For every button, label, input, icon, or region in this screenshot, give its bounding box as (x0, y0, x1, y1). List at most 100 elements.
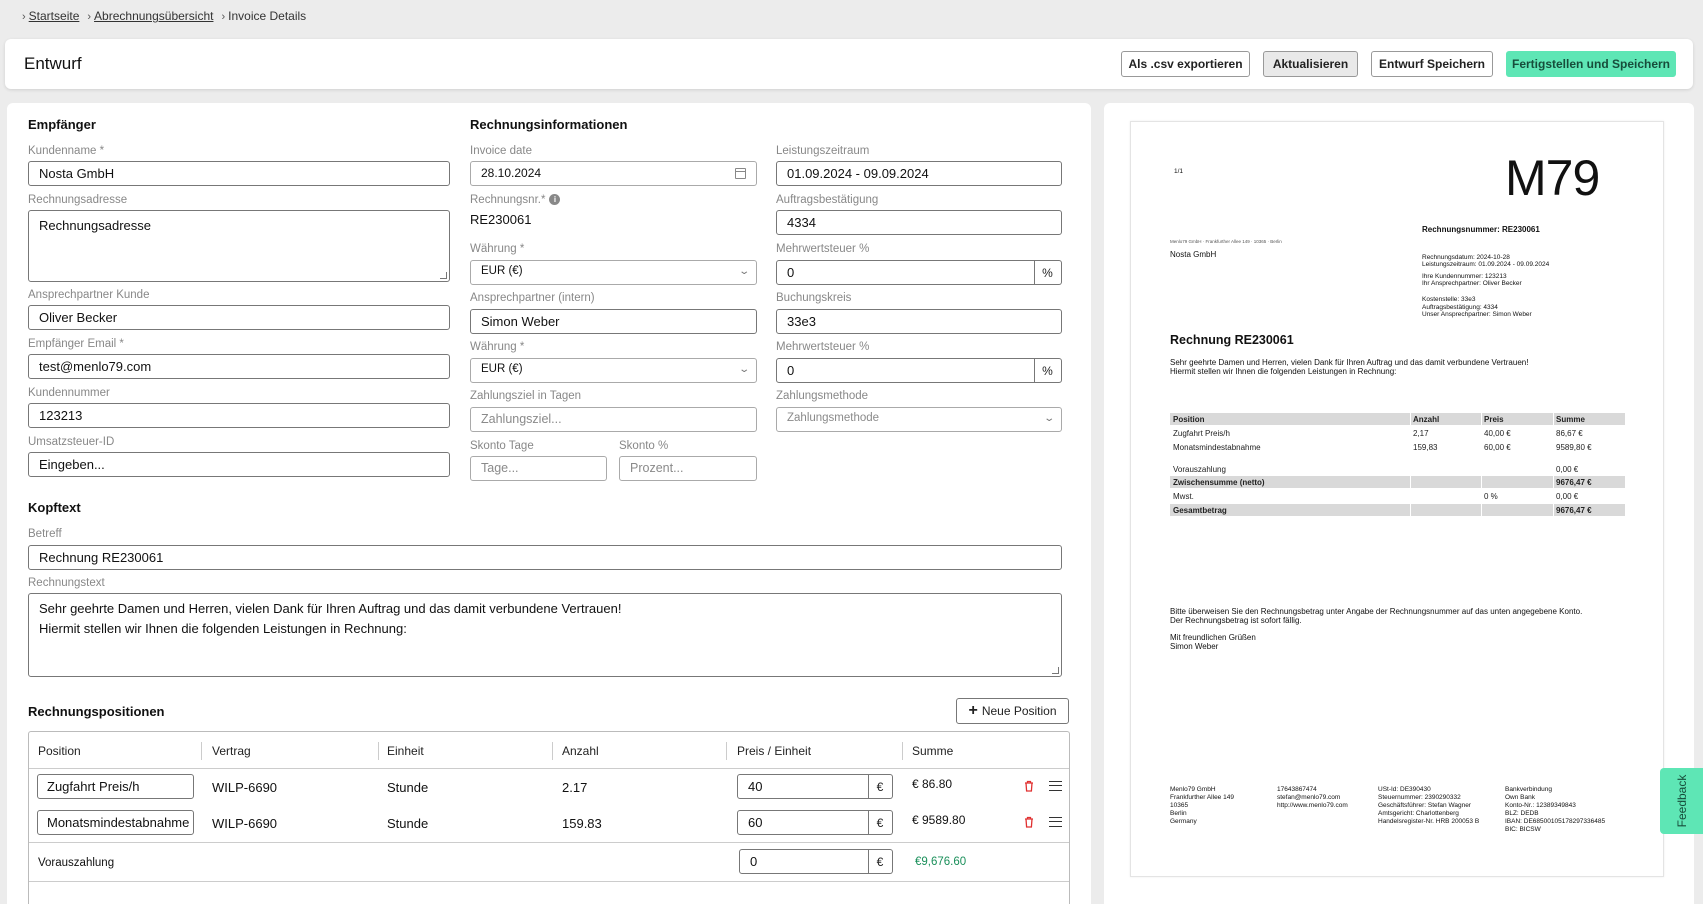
preview-col-sep (1553, 476, 1554, 488)
preview-meta: Unser Ansprechpartner: Simon Weber (1422, 311, 1532, 318)
table-divider (29, 881, 1069, 882)
prepayment-input[interactable]: 0 (739, 849, 869, 874)
preview-intro-1: Sehr geehrte Damen und Herren, vielen Da… (1170, 358, 1529, 367)
payment-method-select[interactable]: Zahlungsmethode ⌄ (776, 407, 1062, 432)
cost-center-input[interactable]: 33e3 (776, 309, 1062, 334)
preview-closing-2: Der Rechnungsbetrag ist sofort fällig. (1170, 616, 1302, 625)
preview-invoice-number: Rechnungsnummer: RE230061 (1422, 225, 1540, 234)
resize-handle-icon[interactable] (440, 272, 447, 279)
preview-meta: Kostenstelle: 33e3 (1422, 296, 1476, 303)
vat-input[interactable]: 0 (776, 260, 1035, 285)
sum-cell: € 86.80 (912, 777, 953, 791)
billing-address-label: Rechnungsadresse (28, 194, 128, 206)
customer-contact-input[interactable]: Oliver Becker (28, 305, 450, 330)
discount-days-label: Skonto Tage (470, 440, 534, 452)
invoice-number-label: Rechnungsnr.* i (470, 194, 561, 206)
preview-footer-line: Bankverbindung (1505, 786, 1552, 793)
drag-handle-icon[interactable] (1049, 781, 1062, 791)
preview-footer-line: Frankfurther Allee 149 (1170, 794, 1234, 801)
preview-td: 86,67 € (1556, 429, 1583, 438)
position-input[interactable]: Monatsmindestabnahme (37, 810, 194, 835)
invoice-info-heading: Rechnungsinformationen (470, 117, 628, 132)
trash-icon[interactable] (1024, 816, 1034, 828)
col-price: Preis / Einheit (737, 744, 812, 758)
preview-footer-line: Handelsregister-Nr. HRB 200053 B (1378, 818, 1480, 825)
resize-handle-icon[interactable] (1052, 667, 1059, 674)
preview-total-row: Gesamtbetrag 9676,47 € (1170, 504, 1625, 516)
save-draft-button[interactable]: Entwurf Speichern (1371, 51, 1493, 77)
vat2-input[interactable]: 0 (776, 358, 1035, 383)
service-period-label: Leistungszeitraum (776, 145, 870, 157)
preview-footer-line: Berlin (1170, 810, 1187, 817)
payment-term-input[interactable]: Zahlungsziel... (470, 407, 757, 432)
preview-col-sep (1410, 476, 1411, 488)
preview-footer-line: Germany (1170, 818, 1197, 825)
customer-name-input[interactable]: Nosta GmbH (28, 161, 450, 186)
subject-input[interactable]: Rechnung RE230061 (28, 545, 1062, 570)
preview-closing-1: Bitte überweisen Sie den Rechnungsbetrag… (1170, 607, 1583, 616)
breadcrumb-overview[interactable]: Abrechnungsübersicht (94, 9, 213, 23)
customer-number-input[interactable]: 123213 (28, 403, 450, 428)
positions-table: Position Vertrag Einheit Anzahl Preis / … (28, 731, 1070, 904)
feedback-tab[interactable]: Feedback (1660, 768, 1703, 834)
recipient-email-label: Empfänger Email * (28, 338, 124, 350)
vat-id-input[interactable]: Eingeben... (28, 452, 450, 477)
refresh-button[interactable]: Aktualisieren (1263, 51, 1358, 77)
chevron-right-icon: › (22, 11, 26, 23)
col-position: Position (38, 744, 81, 758)
currency2-select[interactable]: EUR (€) ⌄ (470, 358, 757, 383)
info-icon[interactable]: i (549, 194, 561, 205)
invoice-date-input[interactable]: 28.10.2024 (470, 161, 757, 186)
subject-label: Betreff (28, 528, 62, 540)
customer-contact-label: Ansprechpartner Kunde (28, 289, 150, 301)
export-csv-button[interactable]: Als .csv exportieren (1121, 51, 1250, 77)
new-position-button[interactable]: + Neue Position (956, 698, 1069, 724)
recipient-email-input[interactable]: test@menlo79.com (28, 354, 450, 379)
calendar-icon[interactable] (735, 168, 746, 179)
invoice-text-textarea[interactable]: Sehr geehrte Damen und Herren, vielen Da… (28, 593, 1062, 677)
drag-handle-icon[interactable] (1049, 817, 1062, 827)
order-confirmation-input[interactable]: 4334 (776, 210, 1062, 235)
service-period-input[interactable]: 01.09.2024 - 09.09.2024 (776, 161, 1062, 186)
plus-icon: + (968, 702, 978, 719)
invoice-number-label-text: Rechnungsnr.* (470, 194, 546, 206)
customer-name-label: Kundenname * (28, 145, 105, 157)
preview-footer-line: stefan@menlo79.com (1277, 794, 1341, 801)
trash-icon[interactable] (1024, 780, 1034, 792)
prepayment-currency-suffix: € (868, 849, 893, 874)
preview-signature: Simon Weber (1170, 642, 1219, 651)
price-input[interactable]: 40 (737, 774, 869, 799)
internal-contact-input[interactable]: Simon Weber (470, 309, 757, 334)
invoice-number-value: RE230061 (470, 212, 532, 227)
quantity-cell: 159.83 (562, 816, 602, 831)
preview-col-sep (1410, 504, 1411, 516)
discount-percent-input[interactable]: Prozent... (619, 456, 757, 481)
preview-footer-line: Amtsgericht: Charlottenberg (1378, 810, 1459, 817)
currency-select[interactable]: EUR (€) ⌄ (470, 260, 757, 285)
feedback-label: Feedback (1674, 774, 1689, 828)
preview-td: 40,00 € (1484, 429, 1511, 438)
column-divider (552, 742, 553, 760)
preview-footer-line: Steuernummer: 2390290332 (1378, 794, 1461, 801)
total-amount: €9,676.60 (915, 856, 967, 868)
preview-td: 9676,47 € (1556, 506, 1592, 515)
preview-vat-row: Mwst. 0 % 0,00 € (1170, 490, 1625, 502)
quantity-cell: 2.17 (562, 780, 588, 795)
breadcrumb: › Startseite › Abrechnungsübersicht › Invoi… (22, 9, 306, 23)
preview-table-row: Zugfahrt Preis/h 2,17 40,00 € 86,67 € (1170, 427, 1625, 439)
column-divider (201, 742, 202, 760)
invoice-text-line-2: Hiermit stellen wir Ihnen die folgenden … (39, 621, 407, 636)
preview-footer-line: Geschäftsführer: Stefan Wagner (1378, 802, 1471, 809)
billing-address-textarea[interactable]: Rechnungsadresse (28, 210, 450, 282)
page-title: Entwurf (24, 54, 82, 73)
price-input[interactable]: 60 (737, 810, 869, 835)
finish-save-button[interactable]: Fertigstellen und Speichern (1506, 51, 1676, 77)
position-input[interactable]: Zugfahrt Preis/h (37, 774, 194, 799)
preview-table-header: Position Anzahl Preis Summe (1170, 413, 1625, 425)
discount-days-input[interactable]: Tage... (470, 456, 607, 481)
billing-address-text: Rechnungsadresse (39, 218, 152, 233)
breadcrumb-home[interactable]: Startseite (29, 9, 80, 23)
currency-suffix: € (868, 810, 893, 835)
preview-col-sep (1553, 504, 1554, 516)
preview-td: 60,00 € (1484, 443, 1511, 452)
